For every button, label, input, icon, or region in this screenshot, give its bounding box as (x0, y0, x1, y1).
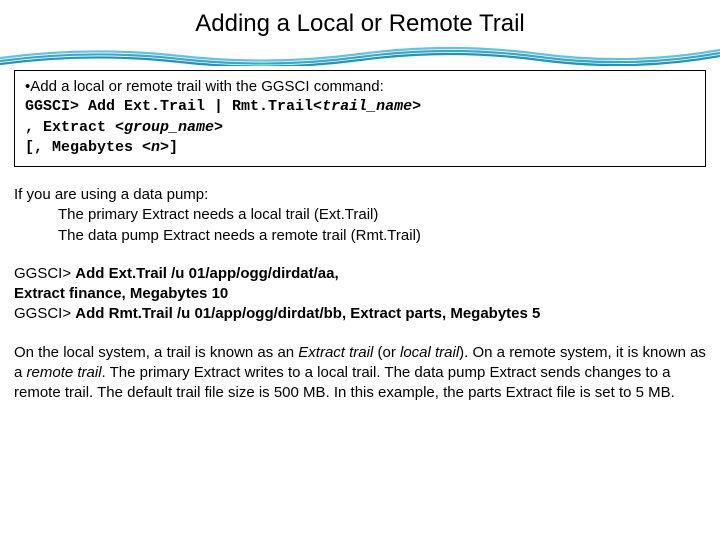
para-em: local trail (400, 344, 459, 361)
syntax-intro: • Add a local or remote trail with the G… (25, 77, 695, 97)
syntax-line-3: [, Megabytes <n>] (25, 138, 695, 158)
data-pump-note: If you are using a data pump: The primar… (14, 185, 706, 246)
wave-decoration (0, 44, 720, 66)
cmd-part: > (412, 98, 421, 115)
para-em: Extract trail (298, 344, 377, 361)
command-syntax-box: • Add a local or remote trail with the G… (14, 70, 706, 167)
syntax-line-1: GGSCI> Add Ext.Trail | Rmt.Trail<trail_n… (25, 97, 695, 117)
pump-line-1: If you are using a data pump: (14, 185, 706, 205)
example-line-2: Extract finance, Megabytes 10 (14, 284, 706, 304)
pump-line-3: The data pump Extract needs a remote tra… (14, 226, 706, 246)
n-param: n (151, 139, 160, 156)
prompt: GGSCI> (25, 98, 88, 115)
example-line-3: GGSCI> Add Rmt.Trail /u 01/app/ogg/dirda… (14, 304, 706, 324)
cmd-part: Add Ext.Trail | Rmt.Trail< (88, 98, 322, 115)
para-text: . The primary Extract writes to a local … (14, 364, 675, 401)
para-text: (or (377, 344, 400, 361)
example-line-1: GGSCI> Add Ext.Trail /u 01/app/ogg/dirda… (14, 264, 706, 284)
prompt: GGSCI> (14, 305, 75, 322)
prompt: GGSCI> (14, 265, 75, 282)
cmd-text: Add Rmt.Trail /u 01/app/ogg/dirdat/bb, E… (75, 305, 540, 322)
cmd-part: , Extract < (25, 119, 124, 136)
para-text: On the local system, a trail is known as… (14, 344, 298, 361)
trail-name-param: trail_name (322, 98, 412, 115)
intro-text: Add a local or remote trail with the GGS… (30, 78, 383, 95)
cmd-part: [, Megabytes < (25, 139, 151, 156)
cmd-part: >] (160, 139, 178, 156)
pump-line-2: The primary Extract needs a local trail … (14, 205, 706, 225)
cmd-part: > (214, 119, 223, 136)
cmd-text: Add Ext.Trail /u 01/app/ogg/dirdat/aa, (75, 265, 338, 282)
para-em: remote trail (27, 364, 102, 381)
explanation-paragraph: On the local system, a trail is known as… (14, 343, 706, 404)
syntax-line-2: , Extract <group_name> (25, 118, 695, 138)
page-title: Adding a Local or Remote Trail (0, 0, 720, 44)
group-name-param: group_name (124, 119, 214, 136)
example-commands: GGSCI> Add Ext.Trail /u 01/app/ogg/dirda… (14, 264, 706, 325)
